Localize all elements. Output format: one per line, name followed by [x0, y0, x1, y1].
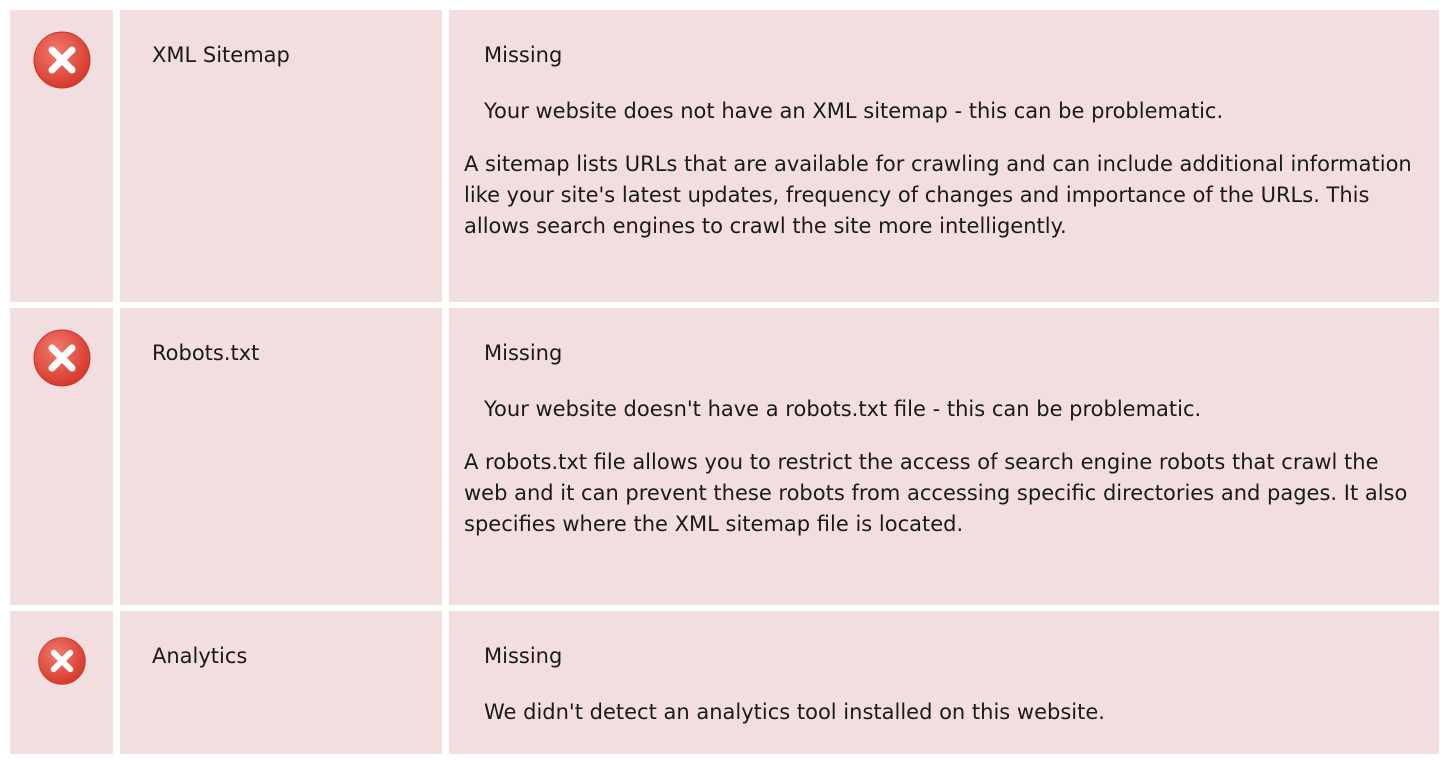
check-message: Your website does not have an XML sitema…: [484, 99, 1224, 123]
error-x-icon: [37, 636, 87, 754]
check-status: Missing: [484, 43, 563, 67]
error-x-icon: [32, 30, 92, 302]
check-name: Analytics: [152, 644, 248, 668]
check-description: A sitemap lists URLs that are available …: [464, 152, 1412, 238]
check-name-cell: XML Sitemap: [120, 10, 442, 302]
check-name: XML Sitemap: [152, 43, 290, 67]
status-icon-cell: [10, 611, 113, 754]
check-name-cell: Analytics: [120, 611, 442, 754]
check-message: Your website doesn't have a robots.txt f…: [484, 397, 1202, 421]
check-row-robots-txt: Robots.txt Missing Your website doesn't …: [10, 308, 1439, 605]
check-name: Robots.txt: [152, 341, 260, 365]
check-message: We didn't detect an analytics tool insta…: [484, 700, 1105, 724]
check-status: Missing: [484, 341, 563, 365]
check-status: Missing: [484, 644, 563, 668]
check-detail-cell: Missing Your website does not have an XM…: [449, 10, 1439, 302]
status-icon-cell: [10, 10, 113, 302]
check-detail-cell: Missing Your website doesn't have a robo…: [449, 308, 1439, 605]
check-row-analytics: Analytics Missing We didn't detect an an…: [10, 611, 1439, 754]
check-description: A robots.txt file allows you to restrict…: [464, 450, 1408, 536]
check-row-xml-sitemap: XML Sitemap Missing Your website does no…: [10, 10, 1439, 302]
status-icon-cell: [10, 308, 113, 605]
check-detail-cell: Missing We didn't detect an analytics to…: [449, 611, 1439, 754]
seo-checks-table: XML Sitemap Missing Your website does no…: [10, 10, 1439, 760]
check-name-cell: Robots.txt: [120, 308, 442, 605]
error-x-icon: [32, 328, 92, 605]
